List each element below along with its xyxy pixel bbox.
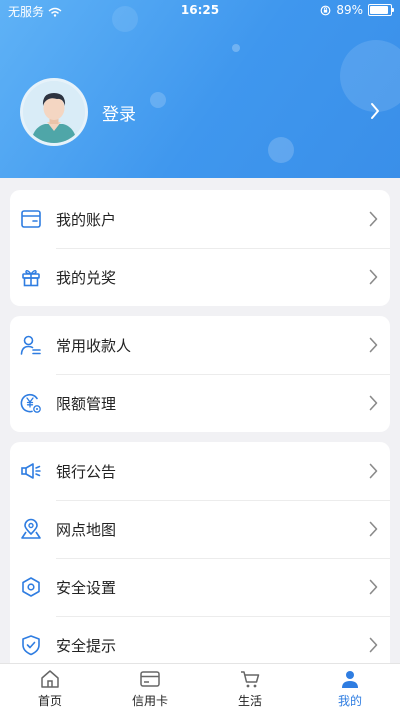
battery-icon bbox=[368, 4, 394, 16]
login-entry[interactable]: 登录 bbox=[20, 78, 390, 146]
limit-yen-icon bbox=[20, 393, 41, 413]
wallet-icon bbox=[21, 210, 41, 228]
chevron-right-icon bbox=[369, 637, 378, 653]
menu-group-account: 我的账户 我的兑奖 bbox=[10, 190, 390, 306]
tab-credit-card[interactable]: 信用卡 bbox=[100, 664, 200, 712]
battery-percent: 89% bbox=[336, 3, 363, 17]
orientation-lock-icon bbox=[320, 5, 331, 15]
menu-item-limit-management[interactable]: 限额管理 bbox=[10, 374, 390, 432]
bottom-tab-bar: 首页 信用卡 生活 我的 bbox=[0, 663, 400, 712]
menu-item-label: 网点地图 bbox=[56, 520, 117, 539]
menu-item-branch-map[interactable]: 网点地图 bbox=[10, 500, 390, 558]
tab-life[interactable]: 生活 bbox=[200, 664, 300, 712]
chevron-right-icon bbox=[369, 269, 378, 285]
user-avatar-icon[interactable] bbox=[20, 78, 88, 146]
menu-item-frequent-payees[interactable]: 常用收款人 bbox=[10, 316, 390, 374]
chevron-right-icon bbox=[369, 395, 378, 411]
megaphone-icon bbox=[21, 463, 41, 479]
person-icon bbox=[342, 671, 358, 688]
profile-header: 无服务 16:25 89% 登录 bbox=[0, 0, 400, 178]
menu-item-label: 银行公告 bbox=[56, 462, 117, 481]
menu-item-label: 安全设置 bbox=[56, 578, 117, 597]
menu-item-label: 限额管理 bbox=[56, 394, 117, 413]
menu-item-label: 安全提示 bbox=[56, 636, 117, 655]
decor-bubble bbox=[232, 44, 240, 52]
tab-label: 生活 bbox=[237, 694, 262, 708]
menu-item-security-settings[interactable]: 安全设置 bbox=[10, 558, 390, 616]
shield-check-icon bbox=[22, 635, 40, 656]
tab-mine[interactable]: 我的 bbox=[300, 664, 400, 712]
status-bar: 无服务 16:25 89% bbox=[0, 0, 400, 22]
tab-label: 首页 bbox=[37, 694, 62, 708]
chevron-right-icon[interactable] bbox=[370, 102, 380, 120]
gift-icon bbox=[22, 269, 40, 287]
menu-item-label: 常用收款人 bbox=[56, 336, 132, 355]
menu-item-label: 我的兑奖 bbox=[56, 268, 117, 287]
payee-icon bbox=[20, 335, 41, 355]
battery-level-fill bbox=[370, 6, 388, 14]
menu-item-my-prize[interactable]: 我的兑奖 bbox=[10, 248, 390, 306]
tab-label: 信用卡 bbox=[131, 694, 168, 708]
login-label[interactable]: 登录 bbox=[102, 100, 136, 125]
chevron-right-icon bbox=[369, 521, 378, 537]
chevron-right-icon bbox=[369, 579, 378, 595]
tab-label: 我的 bbox=[337, 694, 362, 708]
menu-item-bank-notices[interactable]: 银行公告 bbox=[10, 442, 390, 500]
credit-card-icon bbox=[140, 671, 160, 687]
home-icon bbox=[41, 670, 59, 688]
tab-home[interactable]: 首页 bbox=[0, 664, 100, 712]
chevron-right-icon bbox=[369, 463, 378, 479]
chevron-right-icon bbox=[369, 337, 378, 353]
menu-item-label: 我的账户 bbox=[56, 210, 117, 229]
map-pin-icon bbox=[21, 518, 41, 539]
menu-group-service: 银行公告 网点地图 安全设置 安全提示 bbox=[10, 442, 390, 674]
menu-group-transfer: 常用收款人 限额管理 bbox=[10, 316, 390, 432]
chevron-right-icon bbox=[369, 211, 378, 227]
cart-icon bbox=[241, 671, 260, 688]
hexagon-settings-icon bbox=[22, 577, 40, 597]
menu-item-my-account[interactable]: 我的账户 bbox=[10, 190, 390, 248]
